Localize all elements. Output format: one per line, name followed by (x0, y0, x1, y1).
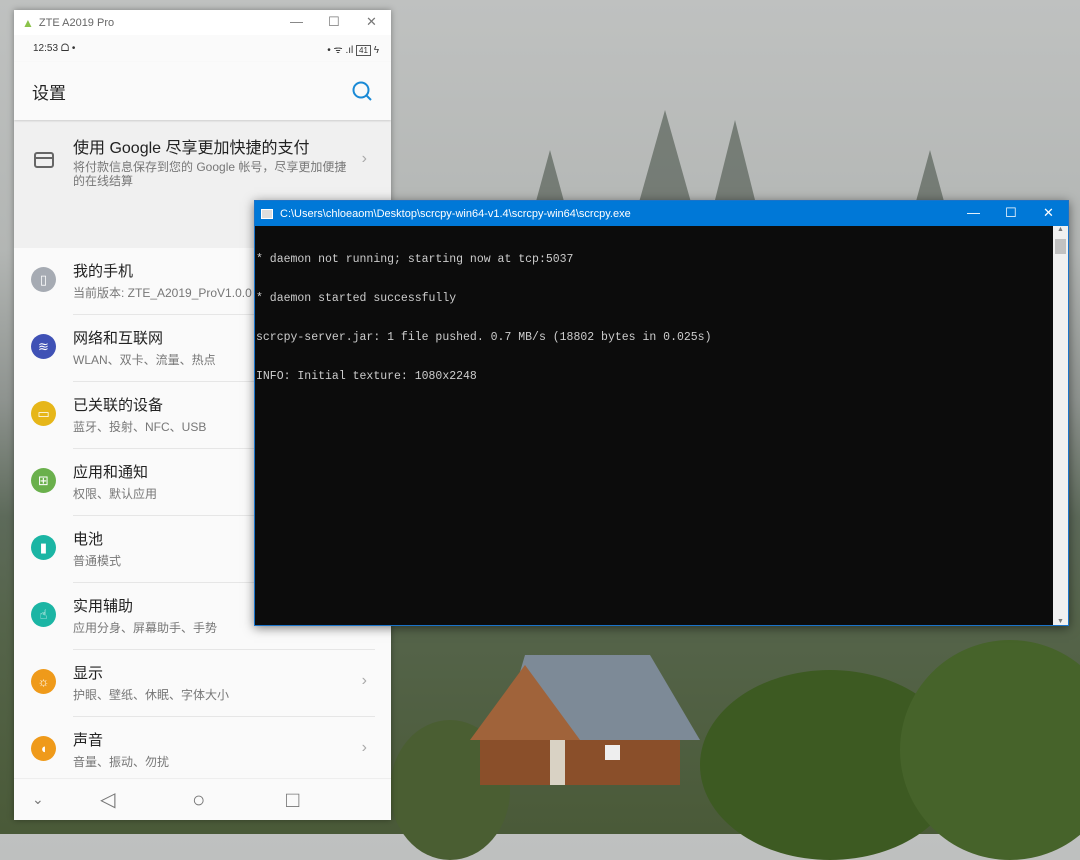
close-button[interactable]: ✕ (1043, 205, 1054, 221)
battery-level: 41 (356, 44, 371, 56)
settings-item-subtitle: 护眼、壁纸、休眠、字体大小 (73, 688, 230, 702)
phone-icon: ▯ (31, 267, 56, 292)
scroll-up-button[interactable]: ▲ (1053, 226, 1068, 239)
battery-icon: ▮ (31, 535, 56, 560)
settings-item-title: 声音 (73, 732, 104, 749)
status-bar: 12:53 ᗝ • • ᯤ .ıl 41 ϟ (14, 35, 391, 62)
console-line: * daemon started successfully (256, 292, 457, 305)
settings-item-title: 显示 (73, 665, 104, 682)
console-line: scrcpy-server.jar: 1 file pushed. 0.7 MB… (256, 331, 712, 344)
console-titlebar[interactable]: C:\Users\chloeaom\Desktop\scrcpy-win64-v… (255, 201, 1068, 226)
collapse-button[interactable]: ⌄ (32, 791, 44, 808)
maximize-button[interactable]: ☐ (1005, 205, 1017, 221)
apps-icon: ⊞ (31, 468, 56, 493)
devices-icon: ▭ (31, 401, 56, 426)
card-icon (34, 152, 54, 168)
settings-header: 设置 (14, 62, 391, 120)
scroll-down-button[interactable]: ▼ (1053, 618, 1068, 625)
wifi-icon: ≋ (31, 334, 56, 359)
settings-item[interactable]: ◖ 声音 音量、振动、勿扰 › (14, 717, 391, 784)
brightness-icon: ☼ (31, 669, 56, 694)
suggestion-title: 使用 Google 尽享更加快捷的支付 (73, 140, 310, 157)
suggestion-subtitle: 将付款信息保存到您的 Google 帐号，尽享更加便捷的在线结算 (73, 160, 347, 188)
clock: 12:53 (33, 43, 59, 54)
navigation-bar: ⌄ ◁ ○ □ (14, 778, 391, 820)
settings-item-subtitle: 音量、振动、勿扰 (73, 755, 170, 769)
page-title: 设置 (32, 83, 66, 103)
console-line: * daemon not running; starting now at tc… (256, 253, 574, 266)
minimize-button[interactable]: — (290, 14, 303, 29)
chevron-right-icon: › (361, 672, 367, 689)
console-app-icon (261, 208, 273, 219)
console-output: * daemon not running; starting now at tc… (255, 226, 1053, 625)
home-button[interactable]: ○ (192, 787, 205, 813)
charging-icon: ϟ (373, 44, 379, 56)
android-icon: ▲ (22, 15, 34, 30)
console-window[interactable]: C:\Users\chloeaom\Desktop\scrcpy-win64-v… (254, 200, 1069, 626)
maximize-button[interactable]: ☐ (328, 14, 340, 30)
hand-icon: ☝ (31, 602, 56, 627)
chevron-right-icon: › (361, 150, 367, 167)
volume-icon: ◖ (31, 736, 56, 761)
scrollbar[interactable]: ▲ ▼ (1053, 226, 1068, 625)
chevron-right-icon: › (361, 739, 367, 756)
recents-button[interactable]: □ (286, 787, 299, 813)
search-icon[interactable] (351, 80, 373, 102)
phone-window-titlebar[interactable]: ▲ ZTE A2019 Pro — ☐ ✕ (14, 10, 391, 35)
signal-icons: • ᯤ .ıl (327, 44, 354, 56)
close-button[interactable]: ✕ (366, 14, 377, 30)
minimize-button[interactable]: — (967, 205, 980, 220)
scroll-thumb[interactable] (1055, 239, 1066, 254)
notification-icons: ᗝ • (60, 43, 76, 54)
house-illustration (470, 655, 700, 785)
console-line: INFO: Initial texture: 1080x2248 (256, 370, 477, 383)
console-title: C:\Users\chloeaom\Desktop\scrcpy-win64-v… (280, 207, 631, 220)
back-button[interactable]: ◁ (100, 787, 115, 812)
window-title: ZTE A2019 Pro (38, 16, 115, 29)
settings-item[interactable]: ☼ 显示 护眼、壁纸、休眠、字体大小 › (14, 650, 391, 717)
